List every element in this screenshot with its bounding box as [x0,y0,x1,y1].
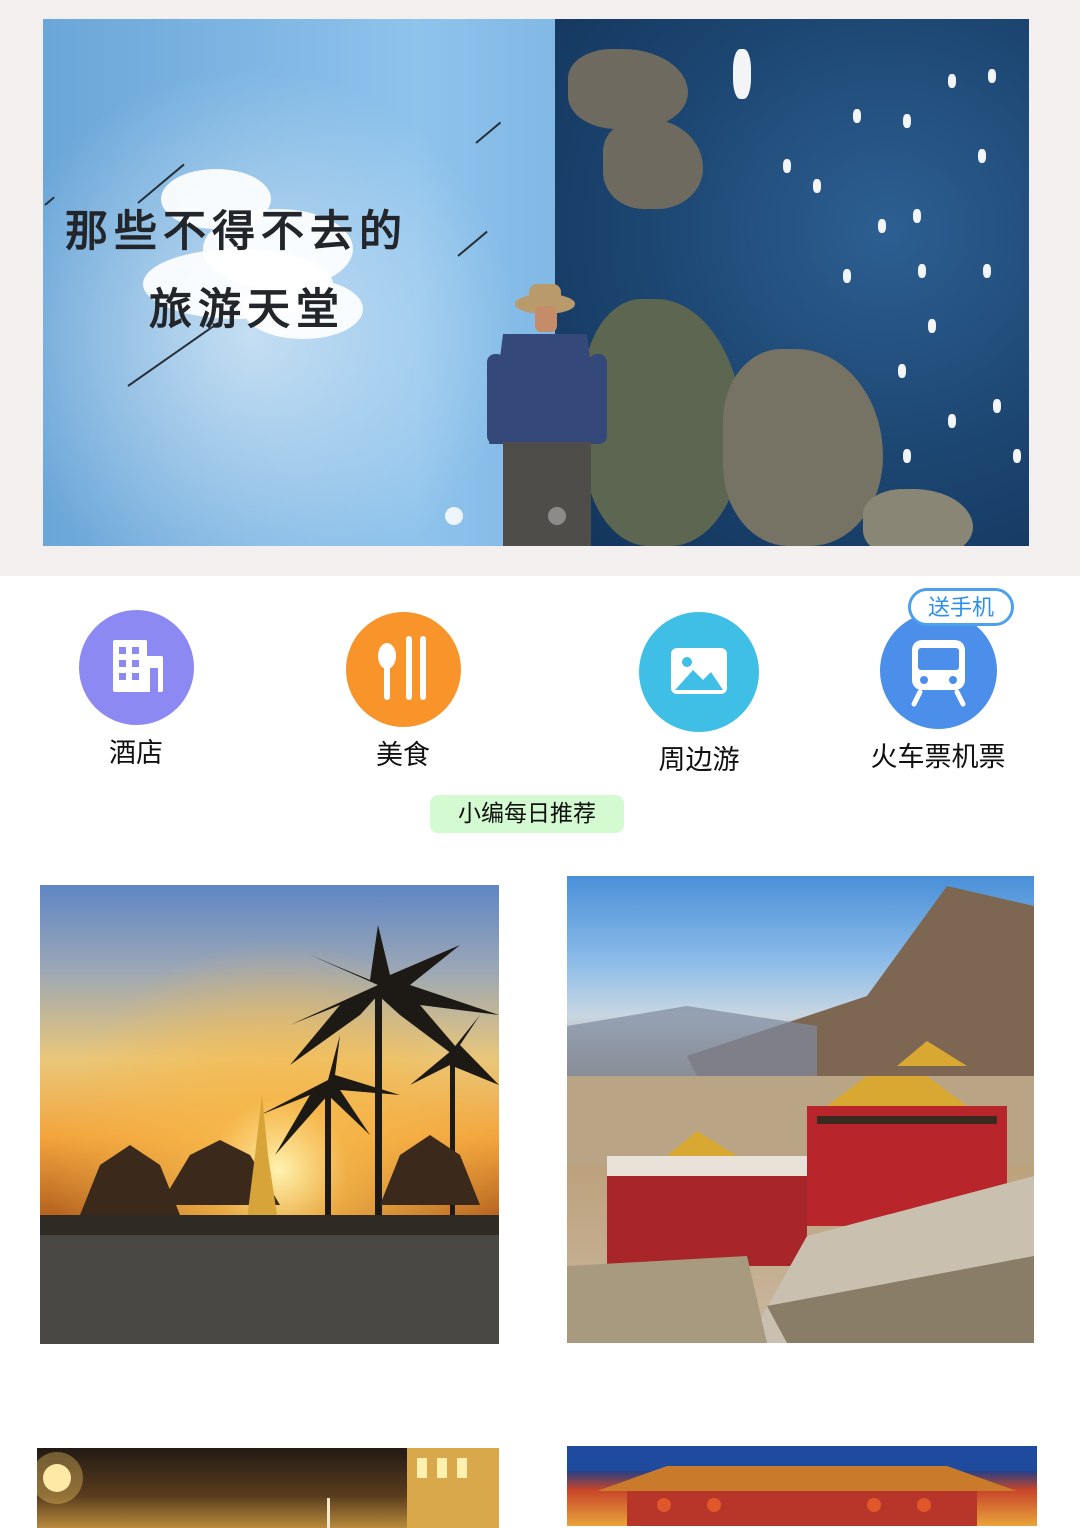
banner-boat [988,69,996,83]
banner-traveler [487,284,607,546]
banner-boat [948,74,956,88]
banner-boat [948,414,956,428]
palace-roof-image [567,1446,1037,1526]
banner-boat [903,449,911,463]
banner-boat [928,319,936,333]
landscape-icon [639,612,759,732]
banner-boat [903,114,911,128]
photo-card-monastery[interactable] [567,876,1034,1343]
banner-title-line2: 旅游天堂 [149,285,345,335]
category-hotel-label: 酒店 [109,738,163,769]
banner-carousel[interactable]: 那些不得不去的 旅游天堂 [43,19,1029,546]
banner-boat [1013,449,1021,463]
fork-knife-icon [345,612,461,727]
banner-title-line1: 那些不得不去的 [65,207,408,257]
train-icon [879,612,997,729]
daily-recommend-tag[interactable]: 小编每日推荐 [430,795,624,833]
carousel-dot-active[interactable] [445,507,463,525]
monastery-image [567,886,1034,1343]
building-icon [78,610,194,725]
night-palace-image [37,1448,499,1528]
category-food-label: 美食 [376,740,430,771]
banner-boat [878,219,886,233]
category-nearby-label: 周边游 [658,745,740,776]
photo-card-palace-roof[interactable] [567,1446,1037,1526]
category-tickets-label: 火车票机票 [870,742,1006,773]
banner-boat [913,209,921,223]
banner-boat [813,179,821,193]
banner-boat [733,49,751,99]
category-tickets[interactable]: 火车票机票 [849,612,1027,774]
category-nearby[interactable]: 周边游 [621,612,777,777]
banner-boat [918,264,926,278]
banner-boat [993,399,1001,413]
photo-card-sunset-temple[interactable] [40,885,499,1344]
photo-card-night-palace[interactable] [37,1448,499,1528]
banner-boat [783,159,791,173]
banner-boat [983,264,991,278]
banner-boat [843,269,851,283]
carousel-dot[interactable] [548,507,566,525]
banner-boat [898,364,906,378]
sunset-temple-image [40,885,499,1344]
promo-badge[interactable]: 送手机 [908,588,1014,626]
category-food[interactable]: 美食 [325,612,481,772]
banner-boat [978,149,986,163]
category-hotel[interactable]: 酒店 [58,610,214,770]
banner-boat [853,109,861,123]
